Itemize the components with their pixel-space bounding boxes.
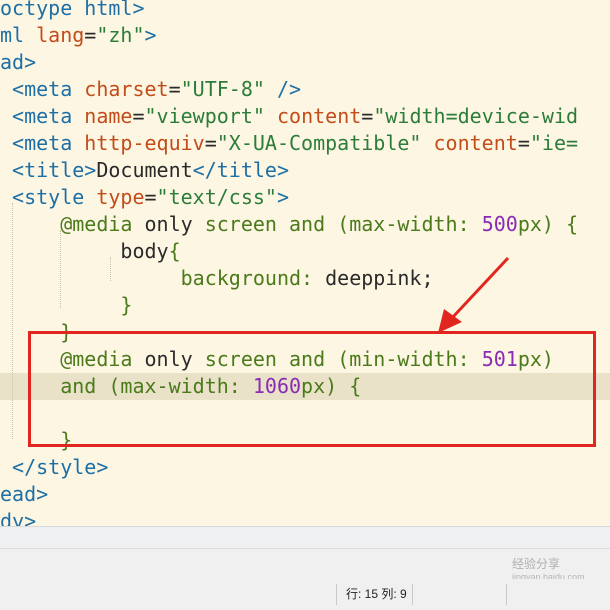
status-separator	[506, 584, 507, 605]
status-separator	[336, 584, 337, 605]
editor-bottom-strip	[0, 526, 610, 549]
annotation-arrow-icon	[438, 256, 510, 333]
code-editor[interactable]: octype html> ml lang="zh"> ad> <meta chars…	[0, 0, 610, 526]
cursor-position: 行: 15 列: 9	[346, 587, 407, 601]
watermark-text: 经验分享	[512, 557, 561, 571]
status-separator	[412, 584, 413, 605]
status-bar: 行: 15 列: 9	[0, 579, 610, 610]
